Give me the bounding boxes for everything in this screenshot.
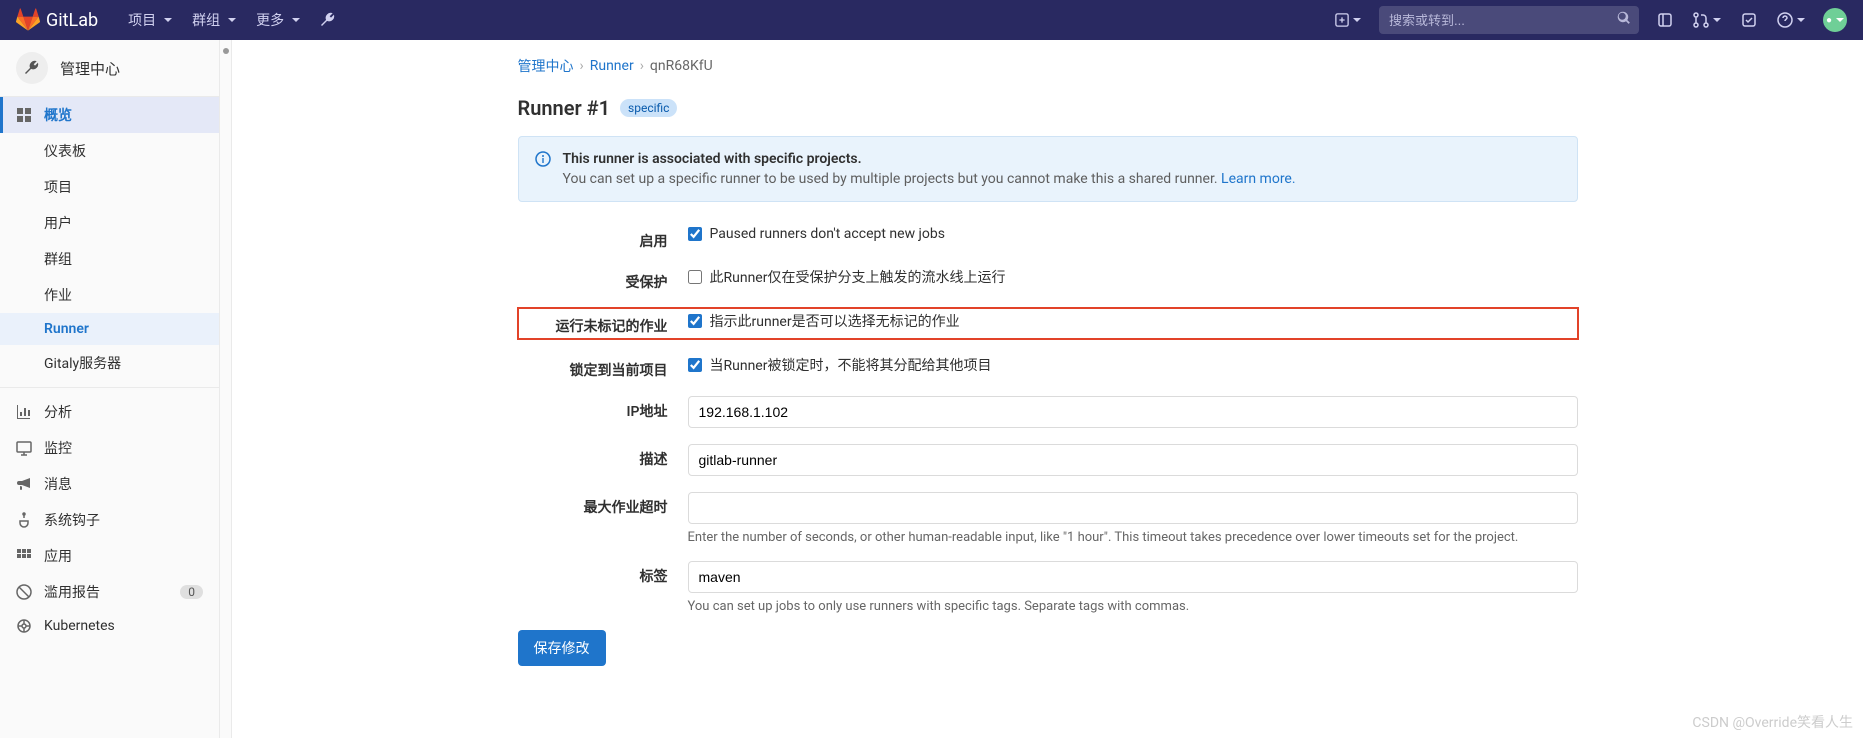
overview-icon xyxy=(16,107,32,123)
untagged-checkbox[interactable] xyxy=(688,314,702,328)
abuse-badge: 0 xyxy=(180,585,203,599)
watermark: CSDN @Override笑看人生 xyxy=(1692,712,1853,732)
gitlab-icon xyxy=(16,8,40,32)
main-content: 管理中心 › Runner › qnR68KfU Runner #1 speci… xyxy=(232,40,1863,738)
sidebar-kubernetes[interactable]: Kubernetes xyxy=(0,610,219,642)
sidebar-hooks[interactable]: 系统钩子 xyxy=(0,502,219,538)
sidebar: 管理中心 概览 仪表板 项目 用户 群组 作业 Runner Gitaly服务器… xyxy=(0,40,220,738)
sidebar-analytics[interactable]: 分析 xyxy=(0,394,219,430)
kubernetes-icon xyxy=(16,618,32,634)
enable-checkbox[interactable] xyxy=(688,227,702,241)
row-timeout: 最大作业超时 Enter the number of seconds, or o… xyxy=(518,492,1578,545)
todos-icon[interactable] xyxy=(1731,12,1767,28)
merge-requests-icon[interactable] xyxy=(1683,12,1731,28)
sidebar-applications[interactable]: 应用 xyxy=(0,538,219,574)
sidebar-projects[interactable]: 项目 xyxy=(0,169,219,205)
sidebar-dashboard[interactable]: 仪表板 xyxy=(0,133,219,169)
info-title: This runner is associated with specific … xyxy=(563,151,1296,167)
admin-icon xyxy=(16,52,48,84)
search-box[interactable] xyxy=(1379,6,1639,34)
nav-more[interactable]: 更多 xyxy=(246,10,310,30)
row-ip: IP地址 xyxy=(518,396,1578,428)
nav-groups[interactable]: 群组 xyxy=(182,10,246,30)
top-nav: GitLab 项目 群组 更多 ● xyxy=(0,0,1863,40)
breadcrumb: 管理中心 › Runner › qnR68KfU xyxy=(518,56,1578,76)
locked-checkbox[interactable] xyxy=(688,358,702,372)
wrench-icon[interactable] xyxy=(310,12,346,28)
row-desc: 描述 xyxy=(518,444,1578,476)
hook-icon xyxy=(16,512,32,528)
row-locked: 锁定到当前项目 当Runner被锁定时，不能将其分配给其他项目 xyxy=(518,355,1578,380)
issues-icon[interactable] xyxy=(1647,12,1683,28)
row-protected: 受保护 此Runner仅在受保护分支上触发的流水线上运行 xyxy=(518,267,1578,292)
search-icon xyxy=(1609,11,1639,29)
sidebar-collapse-handle[interactable] xyxy=(220,40,232,738)
ip-input[interactable] xyxy=(688,396,1578,428)
brand-logo[interactable]: GitLab xyxy=(16,8,98,32)
breadcrumb-admin[interactable]: 管理中心 xyxy=(518,56,574,76)
timeout-hint: Enter the number of seconds, or other hu… xyxy=(688,530,1578,545)
protected-checkbox[interactable] xyxy=(688,270,702,284)
breadcrumb-runner[interactable]: Runner xyxy=(590,58,634,74)
page-title: Runner #1 specific xyxy=(518,96,1578,120)
desc-input[interactable] xyxy=(688,444,1578,476)
analytics-icon xyxy=(16,404,32,420)
info-desc: You can set up a specific runner to be u… xyxy=(563,171,1296,187)
sidebar-header[interactable]: 管理中心 xyxy=(0,40,219,97)
apps-icon xyxy=(16,548,32,564)
row-untagged: 运行未标记的作业 指示此runner是否可以选择无标记的作业 xyxy=(518,308,1578,339)
info-icon xyxy=(535,151,551,187)
sidebar-messages[interactable]: 消息 xyxy=(0,466,219,502)
breadcrumb-current: qnR68KfU xyxy=(650,58,713,74)
save-button[interactable]: 保存修改 xyxy=(518,630,606,666)
help-icon[interactable] xyxy=(1767,12,1815,28)
sidebar-gitaly[interactable]: Gitaly服务器 xyxy=(0,345,219,381)
sidebar-monitoring[interactable]: 监控 xyxy=(0,430,219,466)
monitor-icon xyxy=(16,440,32,456)
timeout-input[interactable] xyxy=(688,492,1578,524)
nav-projects[interactable]: 项目 xyxy=(118,10,182,30)
tags-input[interactable] xyxy=(688,561,1578,593)
plus-icon[interactable] xyxy=(1325,13,1371,27)
brand-text: GitLab xyxy=(46,10,98,31)
abuse-icon xyxy=(16,584,32,600)
info-callout: This runner is associated with specific … xyxy=(518,136,1578,202)
info-link[interactable]: Learn more. xyxy=(1221,171,1296,187)
bullhorn-icon xyxy=(16,476,32,492)
tags-hint: You can set up jobs to only use runners … xyxy=(688,599,1578,614)
runner-tag: specific xyxy=(620,99,677,117)
sidebar-users[interactable]: 用户 xyxy=(0,205,219,241)
sidebar-jobs[interactable]: 作业 xyxy=(0,277,219,313)
sidebar-title: 管理中心 xyxy=(60,58,120,79)
row-enable: 启用 Paused runners don't accept new jobs xyxy=(518,226,1578,251)
sidebar-runner[interactable]: Runner xyxy=(0,313,219,345)
user-avatar[interactable]: ● xyxy=(1823,8,1847,32)
sidebar-abuse[interactable]: 滥用报告0 xyxy=(0,574,219,610)
search-input[interactable] xyxy=(1379,13,1609,28)
sidebar-groups[interactable]: 群组 xyxy=(0,241,219,277)
row-tags: 标签 You can set up jobs to only use runne… xyxy=(518,561,1578,614)
sidebar-overview[interactable]: 概览 xyxy=(0,97,219,133)
